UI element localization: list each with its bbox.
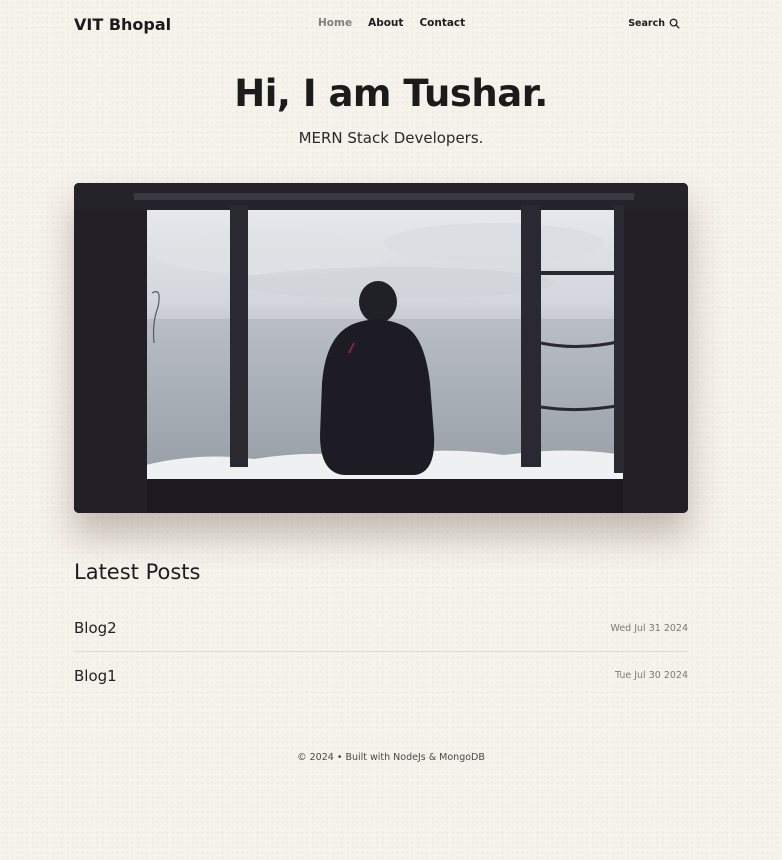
main-nav: Home About Contact — [318, 17, 481, 29]
latest-posts-heading: Latest Posts — [74, 560, 201, 584]
post-item[interactable]: Blog2 Wed Jul 31 2024 — [74, 605, 688, 652]
posts-list: Blog2 Wed Jul 31 2024 Blog1 Tue Jul 30 2… — [74, 605, 688, 699]
hero-subtitle: MERN Stack Developers. — [298, 129, 484, 147]
search-icon — [669, 18, 680, 29]
search-label: Search — [628, 18, 665, 29]
post-date: Wed Jul 31 2024 — [610, 622, 689, 634]
nav-home-link[interactable]: Home — [318, 17, 352, 29]
site-logo[interactable]: VIT Bhopal — [74, 15, 171, 34]
nav-contact-link[interactable]: Contact — [419, 17, 465, 29]
site-header: VIT Bhopal Home About Contact Search — [74, 13, 688, 37]
site-footer: © 2024 • Built with NodeJs & MongoDB — [297, 752, 485, 763]
hero-title: Hi, I am Tushar. — [234, 72, 548, 115]
post-title[interactable]: Blog1 — [74, 667, 117, 685]
post-date: Tue Jul 30 2024 — [614, 670, 688, 681]
search-button[interactable]: Search — [628, 18, 680, 29]
post-item[interactable]: Blog1 Tue Jul 30 2024 — [74, 652, 688, 699]
nav-about-link[interactable]: About — [368, 17, 403, 29]
post-title[interactable]: Blog2 — [74, 619, 117, 637]
hero-image — [74, 183, 688, 513]
